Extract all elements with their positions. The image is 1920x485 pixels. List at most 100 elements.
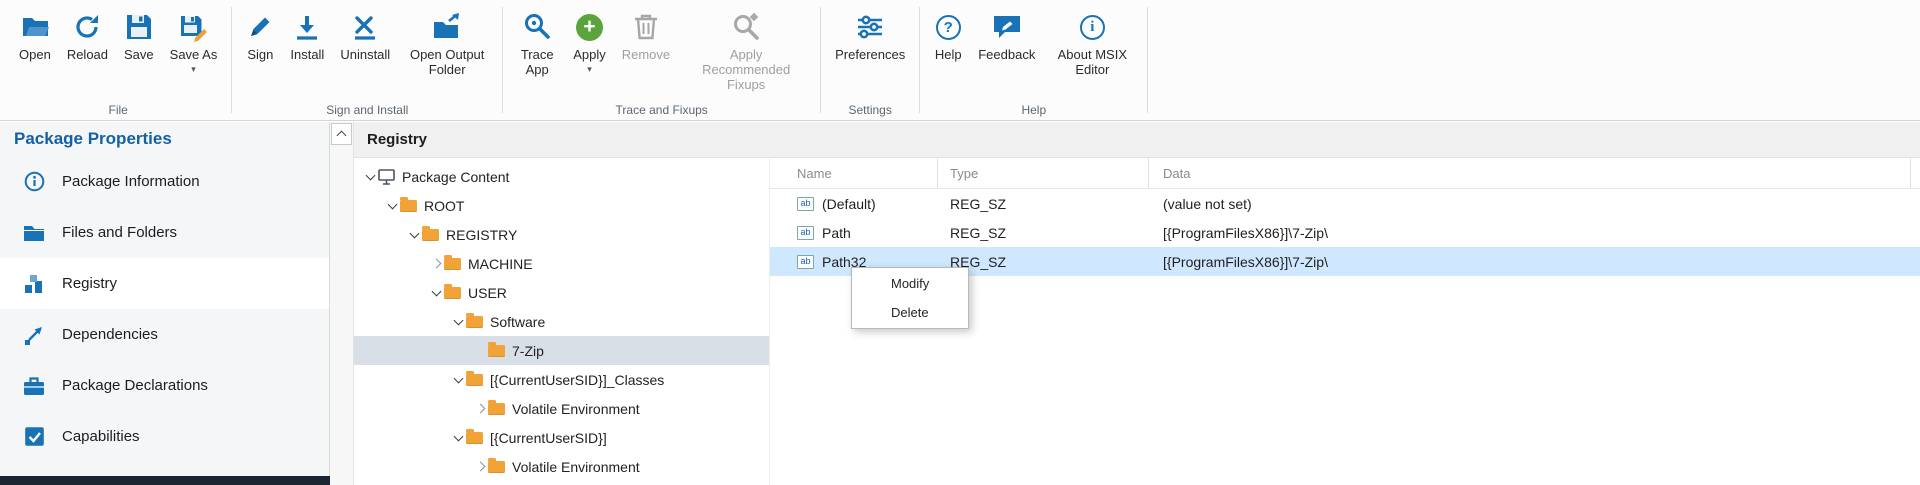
tree-item-package-content[interactable]: Package Content: [354, 162, 769, 191]
remove-button[interactable]: Remove: [615, 7, 677, 64]
tree-item-label: REGISTRY: [446, 227, 517, 243]
chevron-expanded-icon[interactable]: [362, 175, 378, 179]
about-msix-editor-button[interactable]: About MSIX Editor: [1044, 7, 1140, 79]
chevron-collapsed-icon[interactable]: [472, 463, 488, 470]
tree-item-label: Package Content: [402, 169, 509, 185]
chevron-expanded-icon[interactable]: [450, 320, 466, 324]
tree-item-registry[interactable]: REGISTRY: [354, 220, 769, 249]
install-label: Install: [290, 47, 324, 62]
ribbon-group-file: Open Reload Save Save As: [6, 0, 230, 120]
apply-button[interactable]: Apply: [566, 7, 613, 75]
uninstall-button[interactable]: Uninstall: [333, 7, 397, 64]
tree-item-user[interactable]: USER: [354, 278, 769, 307]
table-header: Name Type Data: [770, 158, 1920, 189]
sidebar-item-label: Dependencies: [62, 326, 158, 343]
save-label: Save: [124, 47, 154, 62]
column-header-data[interactable]: Data: [1149, 158, 1911, 188]
chevron-expanded-icon[interactable]: [428, 291, 444, 295]
page-title: Registry: [354, 122, 1920, 158]
tree-item-root[interactable]: ROOT: [354, 191, 769, 220]
sidebar-item-files-and-folders[interactable]: Files and Folders: [0, 207, 329, 258]
apply-recommended-fixups-button[interactable]: Apply Recommended Fixups: [679, 7, 813, 94]
tree-item-currentusersid-classes[interactable]: [{CurrentUserSID}]_Classes: [354, 365, 769, 394]
chevron-up-icon: [337, 131, 347, 141]
chevron-expanded-icon[interactable]: [450, 436, 466, 440]
install-button[interactable]: Install: [283, 7, 331, 64]
sidebar-item-registry[interactable]: Registry: [0, 258, 329, 309]
table-row[interactable]: Path REG_SZ [{ProgramFilesX86}]\7-Zip\: [770, 218, 1920, 247]
feedback-label: Feedback: [978, 47, 1035, 62]
save-button[interactable]: Save: [117, 7, 161, 64]
folder-icon: [422, 229, 439, 241]
checkbox-check-icon: [22, 426, 46, 447]
ribbon-separator: [820, 7, 821, 113]
column-header-pad: [1911, 158, 1920, 188]
save-icon: [125, 9, 153, 45]
menu-item-delete[interactable]: Delete: [852, 298, 968, 327]
value-data: (value not set): [1149, 189, 1920, 218]
chevron-collapsed-icon[interactable]: [472, 405, 488, 412]
table-row[interactable]: (Default) REG_SZ (value not set): [770, 189, 1920, 218]
sidebar-item-capabilities[interactable]: Capabilities: [0, 411, 329, 462]
trace-app-button[interactable]: Trace App: [510, 7, 564, 79]
scroll-up-button[interactable]: [331, 123, 352, 145]
registry-tree: Package Content ROOT REGISTRY MACHINE: [354, 158, 769, 485]
sidebar-bottom-strip: [0, 476, 330, 485]
sign-button[interactable]: Sign: [239, 7, 281, 64]
tree-item-7zip[interactable]: 7-Zip: [354, 336, 769, 365]
value-type: REG_SZ: [938, 247, 1149, 276]
chevron-collapsed-icon[interactable]: [428, 260, 444, 267]
sidebar-item-label: Registry: [62, 275, 117, 292]
ribbon-group-label: Sign and Install: [233, 103, 501, 117]
column-header-name[interactable]: Name: [770, 158, 938, 188]
preferences-label: Preferences: [835, 47, 905, 62]
tree-item-label: Software: [490, 314, 545, 330]
ribbon-group-settings: Preferences Settings: [822, 0, 918, 120]
save-as-button[interactable]: Save As: [163, 7, 225, 75]
tree-item-currentusersid[interactable]: [{CurrentUserSID}]: [354, 423, 769, 452]
menu-item-modify[interactable]: Modify: [852, 269, 968, 298]
sidebar-title: Package Properties: [0, 122, 329, 156]
ribbon-group-sign-and-install: Sign Install Uninstall Open Output Folde…: [233, 0, 501, 120]
folder-icon: [488, 403, 505, 415]
dropdown-arrow-icon[interactable]: [587, 64, 592, 73]
value-name: (Default): [822, 196, 876, 212]
apply-recommended-fixups-label: Apply Recommended Fixups: [686, 47, 806, 92]
reg-string-icon: [797, 226, 814, 240]
tree-item-volatile-environment-2[interactable]: Volatile Environment: [354, 452, 769, 481]
folder-icon: [444, 258, 461, 270]
sidebar-item-label: Files and Folders: [62, 224, 177, 241]
vertical-scrollbar[interactable]: [330, 122, 354, 485]
dropdown-arrow-icon[interactable]: [191, 64, 196, 73]
x-cross-icon: [351, 9, 379, 45]
sidebar-item-package-declarations[interactable]: Package Declarations: [0, 360, 329, 411]
folder-icon: [444, 287, 461, 299]
open-button[interactable]: Open: [12, 7, 58, 64]
help-button[interactable]: Help: [927, 7, 969, 64]
info-circle-icon: [22, 171, 46, 192]
chevron-expanded-icon[interactable]: [450, 378, 466, 382]
open-folder-icon: [20, 9, 50, 45]
tree-item-machine[interactable]: MACHINE: [354, 249, 769, 278]
feedback-button[interactable]: Feedback: [971, 7, 1042, 64]
reload-button[interactable]: Reload: [60, 7, 115, 64]
column-header-type[interactable]: Type: [938, 158, 1149, 188]
preferences-button[interactable]: Preferences: [828, 7, 912, 64]
tree-item-label: Volatile Environment: [512, 401, 640, 417]
sidebar-item-label: Capabilities: [62, 428, 140, 445]
briefcase-icon: [22, 376, 46, 396]
chevron-expanded-icon[interactable]: [384, 204, 400, 208]
folder-arrow-icon: [432, 9, 462, 45]
reload-icon: [73, 9, 101, 45]
sidebar-item-package-information[interactable]: Package Information: [0, 156, 329, 207]
tree-item-label: [{CurrentUserSID}]: [490, 430, 607, 446]
sidebar-item-dependencies[interactable]: Dependencies: [0, 309, 329, 360]
ribbon-group-label: File: [6, 103, 230, 117]
tree-item-label: USER: [468, 285, 507, 301]
chevron-expanded-icon[interactable]: [406, 233, 422, 237]
open-output-folder-label: Open Output Folder: [406, 47, 488, 77]
open-output-folder-button[interactable]: Open Output Folder: [399, 7, 495, 79]
tree-item-volatile-environment[interactable]: Volatile Environment: [354, 394, 769, 423]
tree-item-software[interactable]: Software: [354, 307, 769, 336]
value-data: [{ProgramFilesX86}]\7-Zip\: [1149, 247, 1920, 276]
